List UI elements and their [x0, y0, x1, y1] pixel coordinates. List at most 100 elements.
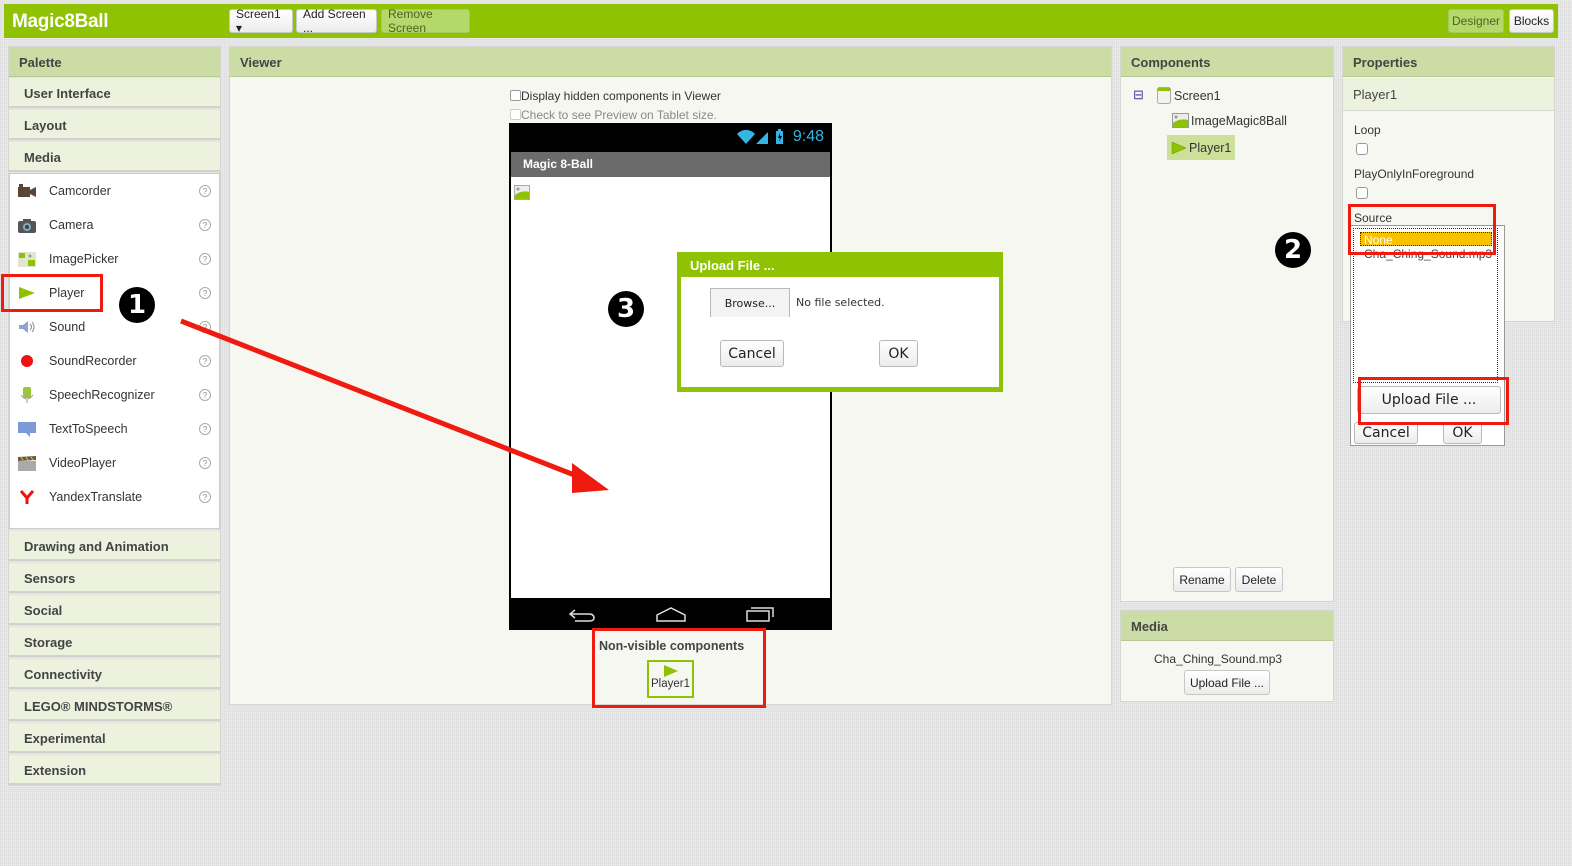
video-player-icon — [18, 455, 36, 471]
help-icon[interactable]: ? — [199, 219, 211, 231]
collapse-icon[interactable]: ⊟ — [1133, 87, 1144, 103]
app-title: Magic8Ball — [12, 11, 109, 32]
tree-item-player1[interactable]: Player1 — [1167, 135, 1235, 160]
help-icon[interactable]: ? — [199, 389, 211, 401]
browse-button[interactable]: Browse... — [710, 288, 790, 317]
blocks-button[interactable]: Blocks — [1509, 9, 1554, 33]
palette-item-imagepicker[interactable]: ImagePicker? — [10, 242, 221, 276]
help-icon[interactable]: ? — [199, 423, 211, 435]
components-header: Components — [1121, 47, 1333, 77]
dialog-body: Browse... No file selected. Cancel OK — [681, 277, 999, 387]
phone-time: 9:48 — [792, 128, 824, 145]
image-icon — [1172, 113, 1189, 128]
dialog-title: Upload File ... — [690, 258, 775, 273]
battery-icon — [776, 129, 783, 144]
source-cancel-button[interactable]: Cancel — [1354, 422, 1418, 444]
palette-category-layout[interactable]: Layout — [9, 110, 220, 140]
step-badge-3: 3 — [608, 291, 644, 327]
media-upload-button[interactable]: Upload File ... — [1184, 670, 1270, 695]
palette-category-extension[interactable]: Extension — [9, 755, 220, 785]
loop-checkbox[interactable] — [1356, 143, 1368, 155]
display-hidden-checkbox[interactable] — [510, 90, 521, 101]
recent-apps-icon — [746, 607, 774, 622]
remove-screen-button[interactable]: Remove Screen — [381, 7, 470, 35]
media-panel: Media Cha_Ching_Sound.mp3 Upload File ..… — [1120, 610, 1334, 702]
display-hidden-option[interactable]: Display hidden components in Viewer — [510, 89, 721, 103]
loop-label: Loop — [1354, 123, 1381, 137]
help-icon[interactable]: ? — [199, 253, 211, 265]
annotation-box-nonvisible — [592, 628, 766, 708]
palette-item-label: VideoPlayer — [49, 456, 117, 470]
image-picker-icon — [18, 251, 36, 267]
play-only-foreground-checkbox[interactable] — [1356, 187, 1368, 199]
help-icon[interactable]: ? — [199, 185, 211, 197]
play-only-foreground-label: PlayOnlyInForeground — [1354, 167, 1475, 181]
help-icon[interactable]: ? — [199, 457, 211, 469]
palette-item-soundrecorder[interactable]: SoundRecorder? — [10, 344, 221, 378]
tree-item-screen1[interactable]: Screen1 — [1157, 87, 1221, 104]
camera-icon — [18, 217, 36, 233]
help-icon[interactable]: ? — [199, 321, 211, 333]
palette-panel: Palette User Interface Layout Media Camcor… — [8, 46, 221, 786]
annotation-box-upload — [1358, 377, 1509, 425]
text-to-speech-icon — [18, 421, 36, 437]
back-icon — [568, 609, 595, 622]
tree-item-imagemagic8ball[interactable]: ImageMagic8Ball — [1172, 113, 1287, 128]
annotation-box-source — [1348, 204, 1496, 255]
speech-recognizer-icon — [18, 387, 36, 403]
palette-item-label: TextToSpeech — [49, 422, 128, 436]
designer-button[interactable]: Designer — [1448, 9, 1504, 33]
screen-icon — [1157, 87, 1171, 104]
palette-category-social[interactable]: Social — [9, 595, 220, 625]
palette-category-storage[interactable]: Storage — [9, 627, 220, 657]
palette-item-label: YandexTranslate — [49, 490, 143, 504]
palette-category-experimental[interactable]: Experimental — [9, 723, 220, 753]
palette-item-camera[interactable]: Camera? — [10, 208, 221, 242]
player-icon — [1171, 141, 1187, 154]
palette-category-sensors[interactable]: Sensors — [9, 563, 220, 593]
palette-item-sound[interactable]: Sound? — [10, 310, 221, 344]
palette-item-camcorder[interactable]: Camcorder? — [10, 174, 221, 208]
palette-item-label: Camera — [49, 218, 94, 232]
palette-category-drawing-and-animation[interactable]: Drawing and Animation — [9, 531, 220, 561]
phone-app-title: Magic 8-Ball — [511, 152, 830, 177]
tree-item-label: Screen1 — [1174, 88, 1221, 103]
tablet-preview-option[interactable]: Check to see Preview on Tablet size. — [510, 108, 717, 122]
rename-button[interactable]: Rename — [1173, 567, 1231, 592]
help-icon[interactable]: ? — [199, 491, 211, 503]
source-ok-button[interactable]: OK — [1443, 422, 1482, 444]
step-badge-2: 2 — [1275, 232, 1311, 268]
home-icon — [656, 607, 686, 622]
sound-recorder-icon — [18, 353, 36, 369]
help-icon[interactable]: ? — [199, 355, 211, 367]
properties-component-name: Player1 — [1343, 78, 1554, 111]
viewer-header: Viewer — [230, 47, 1111, 77]
palette-item-texttospeech[interactable]: TextToSpeech? — [10, 412, 221, 446]
display-hidden-label: Display hidden components in Viewer — [521, 89, 721, 103]
upload-file-dialog: Upload File ... Browse... No file select… — [677, 252, 1003, 392]
palette-category-user-interface[interactable]: User Interface — [9, 78, 220, 108]
help-icon[interactable]: ? — [199, 287, 211, 299]
palette-category-connectivity[interactable]: Connectivity — [9, 659, 220, 689]
add-screen-button[interactable]: Add Screen ... — [296, 7, 377, 35]
media-file-item[interactable]: Cha_Ching_Sound.mp3 — [1154, 652, 1282, 666]
palette-category-lego-mindstorms[interactable]: LEGO® MINDSTORMS® — [9, 691, 220, 721]
dialog-ok-button[interactable]: OK — [879, 340, 918, 367]
annotation-box-player — [1, 274, 103, 312]
delete-button[interactable]: Delete — [1235, 567, 1283, 592]
tablet-preview-label: Check to see Preview on Tablet size. — [521, 108, 717, 122]
palette-header: Palette — [9, 47, 220, 77]
palette-item-videoplayer[interactable]: VideoPlayer? — [10, 446, 221, 480]
palette-category-media[interactable]: Media — [9, 142, 220, 172]
properties-header: Properties — [1343, 47, 1554, 77]
media-items-list: Camcorder? Camera? ImagePicker? Player? Soun… — [9, 173, 220, 529]
image-placeholder-icon[interactable] — [514, 185, 530, 200]
tree-item-label: Player1 — [1189, 140, 1232, 155]
dialog-cancel-button[interactable]: Cancel — [720, 340, 784, 367]
tablet-preview-checkbox[interactable] — [510, 109, 521, 120]
palette-item-yandextranslate[interactable]: YandexTranslate? — [10, 480, 221, 514]
palette-item-speechrecognizer[interactable]: SpeechRecognizer? — [10, 378, 221, 412]
step-badge-1: 1 — [119, 287, 155, 323]
screen-select-dropdown[interactable]: Screen1 ▾ — [229, 7, 293, 35]
signal-icon — [756, 132, 768, 144]
